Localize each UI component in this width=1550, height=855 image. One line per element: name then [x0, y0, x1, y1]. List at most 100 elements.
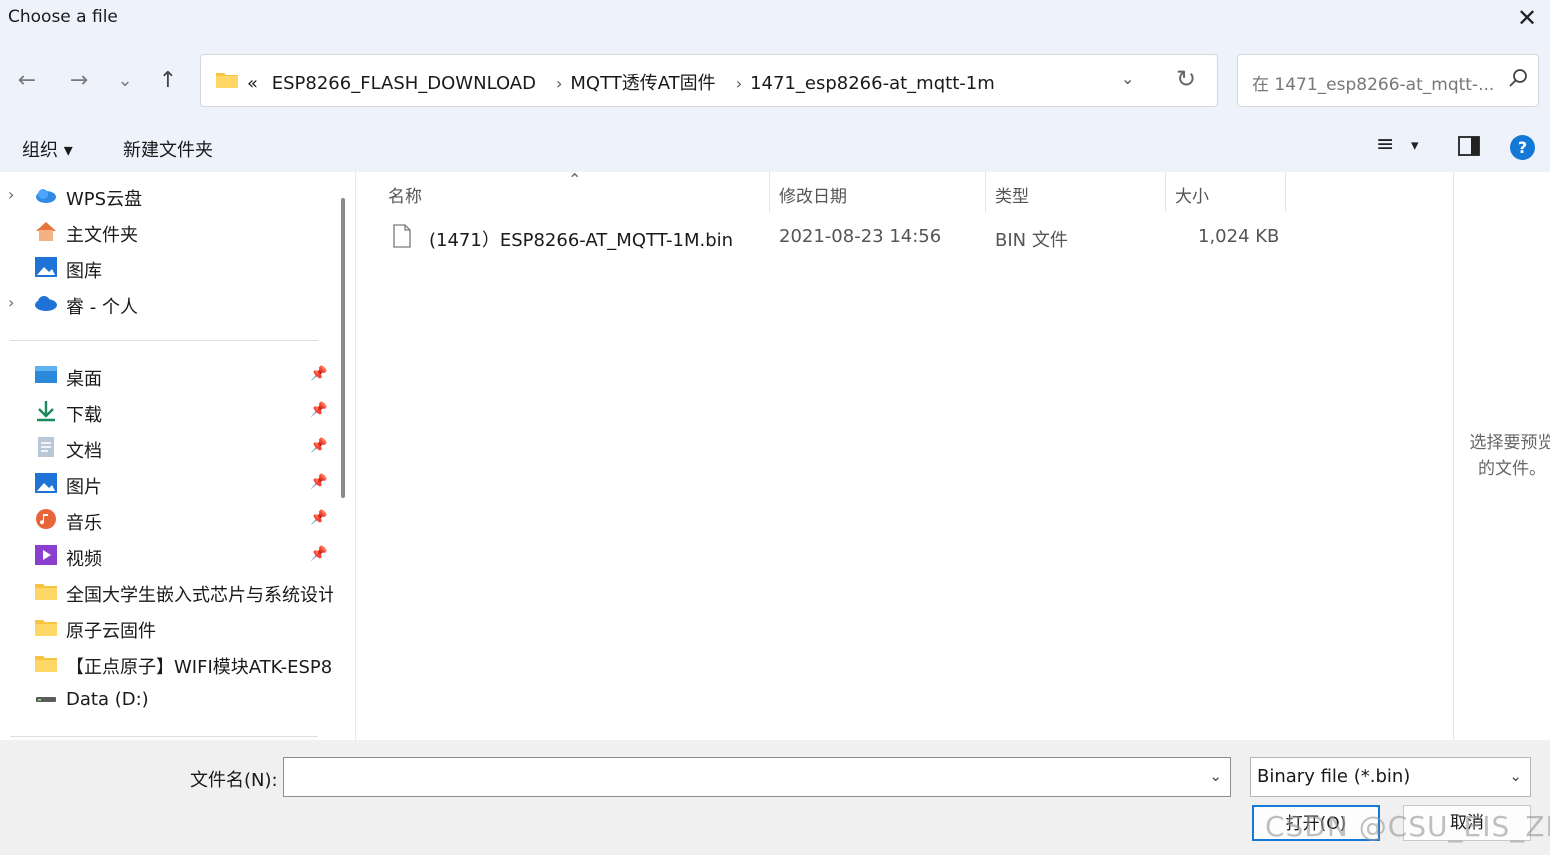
search-input[interactable]: 在 1471_esp8266-at_mqtt-... — [1237, 54, 1539, 107]
file-type: BIN 文件 — [995, 230, 1068, 251]
breadcrumb-item[interactable]: MQTT透传AT固件 — [570, 73, 715, 94]
sidebar-item-onedrive[interactable]: › 睿 - 个人 — [0, 286, 333, 320]
navigation-bar: ← → ⌄ ↑ « ESP8266_FLASH_DOWNLOAD › MQTT透传A… — [0, 40, 1550, 122]
file-icon — [393, 224, 411, 248]
drive-icon — [36, 697, 56, 702]
chevron-right-icon[interactable]: › — [556, 74, 562, 93]
sidebar-item-folder[interactable]: 原子云固件 — [0, 610, 333, 644]
sidebar-item-documents[interactable]: 文档 📌 — [0, 430, 333, 464]
column-divider[interactable] — [1165, 172, 1166, 212]
chevron-right-icon[interactable]: › — [8, 293, 14, 312]
breadcrumb-item[interactable]: ESP8266_FLASH_DOWNLOAD — [272, 73, 536, 94]
folder-icon — [216, 73, 238, 88]
view-list-icon[interactable]: ≡ — [1376, 132, 1394, 157]
command-bar: 组织 ▾ 新建文件夹 ≡ ▾ ? — [0, 122, 1550, 172]
sidebar-item-label: 全国大学生嵌入式芯片与系统设计 — [66, 585, 333, 606]
wps-cloud-icon — [36, 189, 56, 203]
breadcrumb: « ESP8266_FLASH_DOWNLOAD › MQTT透传AT固件 › 1471… — [247, 69, 1003, 95]
breadcrumb-item[interactable]: 1471_esp8266-at_mqtt-1m — [750, 73, 995, 94]
sidebar-item-gallery[interactable]: 图库 — [0, 250, 333, 284]
back-arrow-icon[interactable]: ← — [12, 67, 42, 95]
chevron-down-icon[interactable]: ⌄ — [1209, 767, 1222, 785]
refresh-icon[interactable]: ↻ — [1176, 65, 1196, 93]
column-divider[interactable] — [769, 172, 770, 212]
preview-pane: 选择要预览 的文件。 — [1453, 172, 1550, 740]
chevron-right-icon[interactable]: › — [8, 185, 14, 204]
desktop-icon — [35, 366, 57, 383]
sidebar-item-label: Data (D:) — [66, 689, 149, 710]
navigation-pane: › WPS云盘 主文件夹 图库 › 睿 - 个人 桌面 📌 下载 📌 文档 📌 … — [0, 172, 333, 740]
recent-locations-icon[interactable]: ⌄ — [110, 67, 140, 95]
onedrive-icon — [35, 296, 57, 311]
filetype-value: Binary file (*.bin) — [1257, 766, 1411, 787]
sort-ascending-icon: ⌃ — [568, 170, 582, 189]
column-header-date[interactable]: 修改日期 — [779, 182, 847, 207]
sidebar-item-label: WPS云盘 — [66, 189, 143, 210]
column-divider[interactable] — [1285, 172, 1286, 212]
sidebar-item-label: 图库 — [66, 261, 102, 282]
column-header-name[interactable]: 名称 — [388, 182, 422, 207]
up-arrow-icon[interactable]: ↑ — [153, 67, 183, 95]
window-title: Choose a file — [8, 7, 118, 27]
chevron-down-icon[interactable]: ⌄ — [1509, 767, 1522, 785]
new-folder-button[interactable]: 新建文件夹 — [123, 136, 213, 162]
sidebar-item-folder[interactable]: 全国大学生嵌入式芯片与系统设计 — [0, 574, 333, 608]
pin-icon[interactable]: 📌 — [310, 366, 327, 382]
preview-message-line: 选择要预览 — [1469, 433, 1550, 453]
pin-icon[interactable]: 📌 — [310, 474, 327, 490]
sidebar-item-home[interactable]: 主文件夹 — [0, 214, 333, 248]
pictures-icon — [35, 473, 57, 493]
organize-button[interactable]: 组织 ▾ — [22, 136, 73, 162]
file-size: 1,024 KB — [1198, 226, 1280, 247]
pin-icon[interactable]: 📌 — [310, 510, 327, 526]
close-icon[interactable]: ✕ — [1510, 3, 1544, 33]
sidebar-item-label: 桌面 — [66, 369, 102, 390]
address-bar[interactable]: « ESP8266_FLASH_DOWNLOAD › MQTT透传AT固件 › 1471… — [200, 54, 1218, 107]
divider — [10, 736, 318, 737]
column-header-size[interactable]: 大小 — [1175, 182, 1209, 207]
watermark: CSDN @CSU_EIS_ZR — [1265, 810, 1550, 843]
music-icon — [36, 509, 56, 529]
sidebar-item-label: 视频 — [66, 549, 102, 570]
sidebar-item-downloads[interactable]: 下载 📌 — [0, 394, 333, 428]
breadcrumb-overflow[interactable]: « — [247, 73, 258, 94]
chevron-right-icon[interactable]: › — [736, 74, 742, 93]
forward-arrow-icon[interactable]: → — [64, 67, 94, 95]
sidebar-item-desktop[interactable]: 桌面 📌 — [0, 358, 333, 392]
folder-icon — [35, 584, 57, 600]
divider — [10, 340, 318, 341]
sidebar-item-label: 原子云固件 — [66, 621, 156, 642]
sidebar-item-label: 【正点原子】WIFI模块ATK-ESP8 — [66, 657, 333, 678]
column-header-type[interactable]: 类型 — [995, 182, 1029, 207]
pin-icon[interactable]: 📌 — [310, 438, 327, 454]
file-row[interactable]: (1471）ESP8266-AT_MQTT-1M.bin 2021-08-23 … — [356, 222, 1356, 252]
sidebar-item-pictures[interactable]: 图片 📌 — [0, 466, 333, 500]
dialog-footer: 文件名(N): ⌄ Binary file (*.bin) ⌄ 打开(O) 取消… — [0, 740, 1550, 855]
preview-message: 选择要预览 的文件。 — [1462, 430, 1550, 482]
sidebar-item-videos[interactable]: 视频 📌 — [0, 538, 333, 572]
sidebar-item-label: 睿 - 个人 — [66, 297, 138, 318]
view-options-dropdown-icon[interactable]: ▾ — [1411, 136, 1419, 154]
sidebar-item-drive[interactable]: Data (D:) — [0, 682, 333, 716]
filename-label: 文件名(N): — [190, 770, 278, 791]
chevron-down-icon[interactable]: ⌄ — [1121, 69, 1134, 88]
sidebar-item-wps-cloud[interactable]: › WPS云盘 — [0, 178, 333, 212]
folder-icon — [35, 656, 57, 672]
file-name: (1471）ESP8266-AT_MQTT-1M.bin — [429, 230, 734, 251]
filetype-select[interactable]: Binary file (*.bin) ⌄ — [1250, 757, 1531, 797]
column-divider[interactable] — [985, 172, 986, 212]
sidebar-scrollbar[interactable] — [341, 198, 345, 498]
download-icon — [37, 401, 55, 422]
sidebar-item-label: 下载 — [66, 405, 102, 426]
help-icon[interactable]: ? — [1510, 135, 1535, 160]
documents-icon — [38, 437, 54, 457]
videos-icon — [35, 545, 57, 565]
filename-input[interactable]: ⌄ — [283, 757, 1231, 797]
preview-pane-icon[interactable] — [1458, 136, 1480, 162]
home-icon — [36, 222, 56, 241]
pin-icon[interactable]: 📌 — [310, 402, 327, 418]
sidebar-item-label: 音乐 — [66, 513, 102, 534]
pin-icon[interactable]: 📌 — [310, 546, 327, 562]
sidebar-item-folder[interactable]: 【正点原子】WIFI模块ATK-ESP8 — [0, 646, 333, 680]
sidebar-item-music[interactable]: 音乐 📌 — [0, 502, 333, 536]
